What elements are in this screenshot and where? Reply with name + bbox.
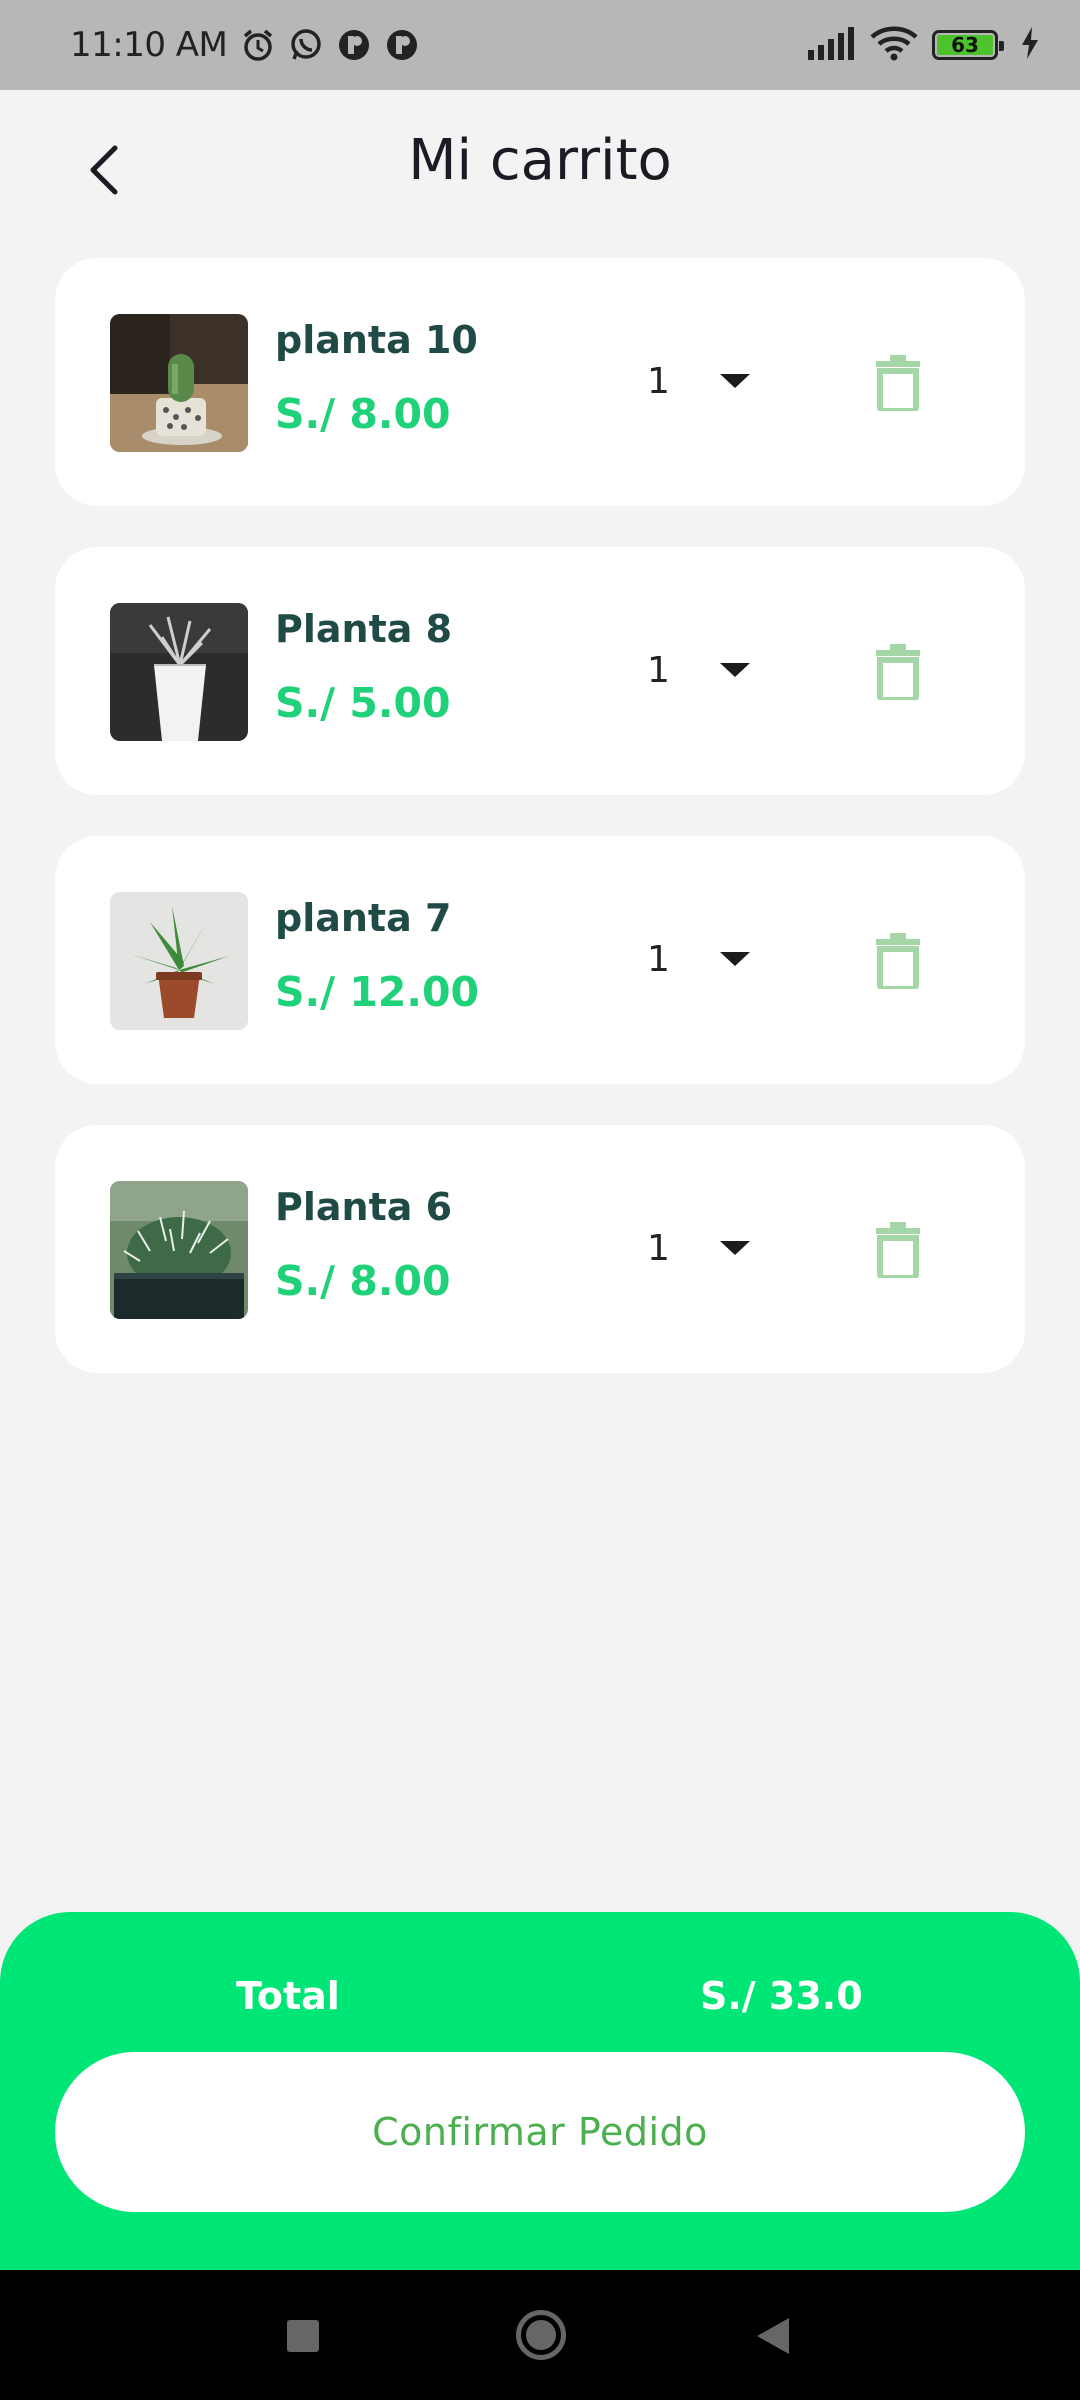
product-name: planta 10 [275,318,478,362]
battery-icon: 63 [932,30,1004,60]
trash-icon [876,933,920,989]
header: Mi carrito [0,90,1080,250]
cart-item: Planta 6 S./ 8.00 1 [55,1125,1025,1373]
product-image [110,603,248,741]
delete-button[interactable] [867,639,929,705]
order-summary-panel: Total S./ 33.0 Confirmar Pedido [0,1912,1080,2272]
quantity-value: 1 [647,1227,670,1269]
page-title: Mi carrito [408,128,672,193]
status-time: 11:10 AM [70,25,228,65]
status-notification-icons [239,26,421,64]
delete-button[interactable] [867,350,929,416]
caret-down-icon [719,663,750,677]
charging-icon [1020,27,1040,63]
product-name: planta 7 [275,896,452,940]
alarm-icon [239,26,277,64]
quantity-value: 1 [647,360,670,402]
signal-icon [806,26,856,64]
product-price: S./ 8.00 [275,1257,451,1305]
recents-button[interactable] [287,2320,319,2352]
whatsapp-icon [287,26,325,64]
product-image [110,314,248,452]
product-image [110,1181,248,1319]
delete-button[interactable] [867,1217,929,1283]
product-price: S./ 8.00 [275,390,451,438]
quantity-dropdown[interactable]: 1 [645,637,815,703]
cart-list: planta 10 S./ 8.00 1 Planta 8 S./ 5.00 1… [55,258,1025,1414]
status-bar: 11:10 AM 63 [0,0,1080,90]
caret-down-icon [719,374,750,388]
caret-down-icon [719,952,750,966]
caret-down-icon [719,1241,750,1255]
total-value: S./ 33.0 [700,1974,863,2018]
total-label: Total [236,1974,340,2018]
product-name: Planta 6 [275,1185,453,1229]
status-system-icons: 63 [806,25,1040,65]
product-name: Planta 8 [275,607,453,651]
cart-item: planta 10 S./ 8.00 1 [55,258,1025,506]
trash-icon [876,355,920,411]
app-notification-icon [383,26,421,64]
battery-level: 63 [951,33,979,57]
product-price: S./ 12.00 [275,968,480,1016]
product-image [110,892,248,1030]
app-notification-icon [335,26,373,64]
cart-screen: 11:10 AM 63 Mi carrito planta 10 S./ 8.0… [0,0,1080,2400]
quantity-dropdown[interactable]: 1 [645,348,815,414]
wifi-icon [870,25,918,65]
quantity-value: 1 [647,649,670,691]
trash-icon [876,1222,920,1278]
product-price: S./ 5.00 [275,679,451,727]
system-back-button[interactable] [757,2318,789,2354]
trash-icon [876,644,920,700]
cart-item: planta 7 S./ 12.00 1 [55,836,1025,1084]
system-nav-bar [0,2270,1080,2400]
cart-item: Planta 8 S./ 5.00 1 [55,547,1025,795]
quantity-dropdown[interactable]: 1 [645,926,815,992]
home-button[interactable] [516,2310,566,2360]
confirm-order-button[interactable]: Confirmar Pedido [55,2052,1025,2212]
quantity-dropdown[interactable]: 1 [645,1215,815,1281]
delete-button[interactable] [867,928,929,994]
quantity-value: 1 [647,938,670,980]
